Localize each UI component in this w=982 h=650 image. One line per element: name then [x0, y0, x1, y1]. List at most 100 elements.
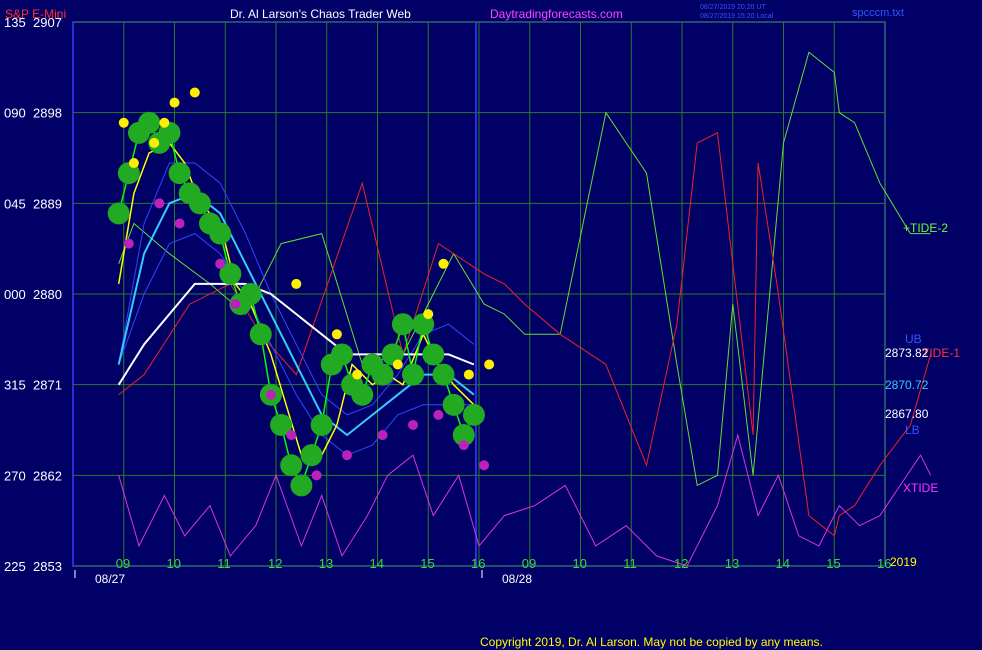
swing-low-marker	[342, 450, 353, 461]
timestamp-utc: 08/27/2019 20:20 UT	[700, 4, 766, 11]
swing-low-marker	[433, 409, 444, 420]
price-band-bubble	[422, 343, 445, 366]
swing-high-marker	[118, 117, 129, 128]
y-tick-left-label: 270	[4, 468, 26, 483]
swing-high-marker	[484, 359, 495, 370]
swing-low-marker	[458, 440, 469, 451]
x-hour-label: 12	[268, 556, 282, 571]
swing-high-marker	[352, 369, 363, 380]
text-layer: S&P E-Mini Dr. Al Larson's Chaos Trader …	[4, 4, 960, 649]
y-tick-left-label: 045	[4, 196, 26, 211]
swing-high-marker	[392, 359, 403, 370]
x-hour-label: 11	[217, 556, 231, 571]
swing-low-marker	[265, 389, 276, 400]
price-band-bubble	[432, 363, 455, 386]
x-hour-label: 16	[471, 556, 485, 571]
marker-layer	[107, 87, 495, 497]
date-label-0: 08/27	[95, 572, 125, 586]
y-tick-right-label: 2880	[33, 287, 62, 302]
series-line-xtide	[118, 433, 932, 567]
x-hour-label: 09	[522, 556, 536, 571]
swing-low-marker	[408, 419, 419, 430]
x-hour-label: 10	[167, 556, 181, 571]
x-hour-label: 11	[623, 556, 637, 571]
price-band-bubble	[462, 403, 485, 426]
price-band-bubble	[371, 363, 394, 386]
swing-high-marker	[423, 309, 434, 320]
y-tick-left-label: 000	[4, 287, 26, 302]
x-hour-label: 15	[826, 556, 840, 571]
filename-label: spcccm.txt	[852, 7, 904, 19]
price-band-bubble	[300, 444, 323, 467]
year-label: 2019	[890, 555, 917, 569]
date-label-1: 08/28	[502, 572, 532, 586]
x-hour-label: 15	[420, 556, 434, 571]
copyright-text: Copyright 2019, Dr. Al Larson. May not b…	[480, 635, 823, 649]
swing-high-marker	[159, 117, 170, 128]
swing-low-marker	[311, 470, 322, 481]
series-line-tide-2	[118, 51, 931, 487]
swing-low-marker	[174, 218, 185, 229]
x-hour-label: 09	[116, 556, 130, 571]
timestamp-local: 08/27/2019 15:20 Local	[700, 13, 774, 20]
swing-low-marker	[377, 430, 388, 441]
price-band-bubble	[168, 162, 191, 185]
swing-low-marker	[230, 299, 241, 310]
price-band-bubble	[351, 383, 374, 406]
swing-low-marker	[286, 430, 297, 441]
x-hour-label: 12	[674, 556, 688, 571]
price-band-bubble	[209, 222, 232, 245]
x-hour-label: 13	[725, 556, 739, 571]
swing-low-marker	[479, 460, 490, 471]
y-tick-left-label: 135	[4, 15, 26, 30]
y-tick-left-label: 090	[4, 106, 26, 121]
y-tick-right-label: 2907	[33, 15, 62, 30]
y-tick-right-label: 2898	[33, 106, 62, 121]
chart-title: Dr. Al Larson's Chaos Trader Web	[230, 7, 411, 21]
tide2-label: +TIDE-2	[903, 221, 948, 235]
price-band-bubble	[249, 323, 272, 346]
swing-high-marker	[189, 87, 200, 98]
site-link[interactable]: Daytradingforecasts.com	[490, 7, 623, 21]
price-band-bubble	[330, 343, 353, 366]
swing-high-marker	[169, 97, 180, 108]
y-tick-left-label: 315	[4, 378, 26, 393]
price-band-bubble	[290, 474, 313, 497]
lb-label: LB	[905, 423, 920, 437]
price-band-bubble	[402, 363, 425, 386]
swing-high-marker	[149, 137, 160, 148]
swing-high-marker	[331, 329, 342, 340]
price-band-bubble	[138, 111, 161, 134]
swing-low-marker	[215, 258, 226, 269]
mid-value: 2870.72	[885, 378, 929, 392]
y-tick-right-label: 2853	[33, 559, 62, 574]
x-hour-label: 16	[877, 556, 891, 571]
price-band-bubble	[107, 202, 130, 225]
y-tick-right-label: 2871	[33, 378, 62, 393]
swing-low-marker	[154, 198, 165, 209]
y-tick-left-label: 225	[4, 559, 26, 574]
y-tick-right-label: 2889	[33, 196, 62, 211]
x-hour-label: 14	[370, 556, 384, 571]
price-band-bubble	[188, 192, 211, 215]
swing-high-marker	[291, 278, 302, 289]
price-band-bubble	[280, 454, 303, 477]
x-hour-label: 13	[319, 556, 333, 571]
ub-label: UB	[905, 332, 922, 346]
x-hour-label: 10	[573, 556, 587, 571]
price-band-bubble	[239, 283, 262, 305]
x-hour-label: 14	[776, 556, 790, 571]
xtide-label: XTIDE	[903, 481, 938, 495]
price-band-bubble	[442, 393, 465, 416]
swing-high-marker	[463, 369, 474, 380]
y-tick-right-label: 2862	[33, 468, 62, 483]
swing-low-marker	[123, 238, 134, 249]
swing-high-marker	[438, 258, 449, 269]
chaos-trader-chart: S&P E-Mini Dr. Al Larson's Chaos Trader …	[4, 4, 960, 649]
lb-value: 2867.80	[885, 407, 929, 421]
price-band-bubble	[391, 313, 414, 336]
swing-high-marker	[128, 158, 139, 169]
grid-layer	[72, 21, 886, 578]
price-band-bubble	[310, 413, 333, 436]
ub-value: 2873.82	[885, 346, 929, 360]
